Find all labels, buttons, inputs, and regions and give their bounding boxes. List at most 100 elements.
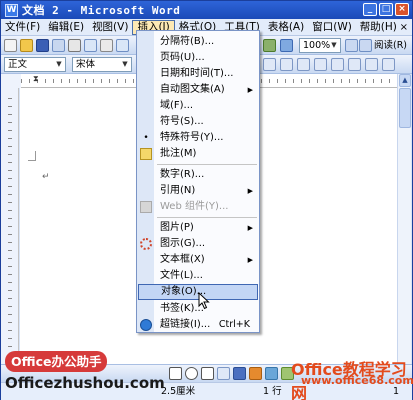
menu-file[interactable]: 文件(F) bbox=[1, 20, 44, 35]
word-app-icon[interactable]: W bbox=[5, 3, 18, 17]
indent-marker-icon[interactable]: ⧗ bbox=[33, 74, 41, 88]
new-document-icon[interactable] bbox=[4, 39, 17, 52]
margin-corner-mark bbox=[28, 151, 36, 161]
spelling-icon[interactable] bbox=[100, 39, 113, 52]
menu-item-field[interactable]: 域(F)... bbox=[138, 98, 258, 114]
menu-item-label: 图示(G)... bbox=[160, 238, 206, 249]
window-title: 文档 2 - Microsoft Word bbox=[22, 4, 181, 17]
office-assistant-url: Officezhushou.com bbox=[5, 374, 165, 392]
menu-window[interactable]: 窗口(W) bbox=[308, 20, 356, 35]
help-icon[interactable] bbox=[345, 39, 358, 52]
ruler-ticks bbox=[8, 98, 12, 348]
menu-item-file[interactable]: 文件(L)... bbox=[138, 268, 258, 284]
enclose-characters-icon[interactable] bbox=[365, 58, 378, 71]
chevron-down-icon: ▼ bbox=[56, 60, 62, 68]
save-icon[interactable] bbox=[36, 39, 49, 52]
open-folder-icon[interactable] bbox=[20, 39, 33, 52]
menu-item-picture[interactable]: 图片(P) ▶ bbox=[138, 220, 258, 236]
chevron-down-icon: ▼ bbox=[331, 41, 337, 49]
phonetic-guide-icon[interactable] bbox=[348, 58, 361, 71]
menu-item-autotext[interactable]: 自动图文集(A) ▶ bbox=[138, 82, 258, 98]
web-component-icon bbox=[140, 201, 152, 213]
menu-item-symbol[interactable]: 符号(S)... bbox=[138, 114, 258, 130]
menu-item-hyperlink[interactable]: 超链接(I)... Ctrl+K bbox=[138, 317, 258, 333]
vertical-ruler[interactable] bbox=[1, 88, 19, 364]
ruler-corner[interactable] bbox=[1, 74, 21, 88]
menu-item-label: 自动图文集(A) bbox=[160, 84, 225, 95]
menu-item-comment[interactable]: 批注(M) bbox=[138, 146, 258, 162]
increase-indent-icon[interactable] bbox=[331, 58, 344, 71]
oval-icon[interactable] bbox=[185, 367, 198, 380]
print-icon[interactable] bbox=[68, 39, 81, 52]
title-bar[interactable]: W 文档 2 - Microsoft Word _ □ × bbox=[1, 1, 412, 19]
menu-item-label: 域(F)... bbox=[160, 100, 194, 111]
insert-excel-icon[interactable] bbox=[280, 39, 293, 52]
maximize-button[interactable]: □ bbox=[379, 3, 393, 16]
menu-item-reference[interactable]: 引用(N) ▶ bbox=[138, 183, 258, 199]
menu-edit[interactable]: 编辑(E) bbox=[44, 20, 88, 35]
scroll-up-button[interactable]: ▲ bbox=[399, 74, 411, 87]
zoom-select[interactable]: 100% ▼ bbox=[299, 38, 341, 53]
special-symbol-icon: • bbox=[143, 133, 149, 143]
menu-item-label: 引用(N) bbox=[160, 185, 196, 196]
menu-item-label: 超链接(I)... bbox=[160, 319, 211, 330]
decrease-indent-icon[interactable] bbox=[314, 58, 327, 71]
menu-item-diagram[interactable]: 图示(G)... bbox=[138, 236, 258, 252]
word-window: W 文档 2 - Microsoft Word _ □ × 文件(F) 编辑(E… bbox=[0, 0, 413, 400]
menu-item-break[interactable]: 分隔符(B)... bbox=[138, 34, 258, 50]
hyperlink-globe-icon bbox=[140, 319, 152, 331]
read-mode-button[interactable]: 阅读(R) bbox=[359, 38, 407, 53]
menu-item-label: 数字(R)... bbox=[160, 169, 205, 180]
close-window-button[interactable]: × bbox=[395, 3, 409, 16]
numbering-icon[interactable] bbox=[280, 58, 293, 71]
menu-help[interactable]: 帮助(H) bbox=[356, 20, 401, 35]
submenu-arrow-icon: ▶ bbox=[247, 224, 253, 232]
menu-item-label: 文本框(X) bbox=[160, 254, 205, 265]
paragraph-mark-icon: ↵ bbox=[42, 172, 50, 182]
menu-item-label: 页码(U)... bbox=[160, 52, 205, 63]
text-direction-icon[interactable] bbox=[382, 58, 395, 71]
menu-item-textbox[interactable]: 文本框(X) ▶ bbox=[138, 252, 258, 268]
insert-table-icon[interactable] bbox=[263, 39, 276, 52]
print-preview-icon[interactable] bbox=[84, 39, 97, 52]
permission-icon[interactable] bbox=[52, 39, 65, 52]
clipart-icon[interactable] bbox=[265, 367, 278, 380]
scroll-thumb[interactable] bbox=[399, 88, 411, 128]
site-watermark-url: www.office68.com bbox=[301, 374, 413, 387]
menu-view[interactable]: 视图(V) bbox=[88, 20, 132, 35]
menu-item-label: 批注(M) bbox=[160, 148, 197, 159]
close-document-button[interactable]: × bbox=[400, 22, 408, 33]
menu-item-number[interactable]: 数字(R)... bbox=[138, 167, 258, 183]
menu-item-date-time[interactable]: 日期和时间(T)... bbox=[138, 66, 258, 82]
menu-item-web-component: Web 组件(Y)... bbox=[138, 199, 258, 215]
status-position: 2.5厘米 bbox=[161, 386, 196, 397]
wordart-icon[interactable] bbox=[233, 367, 246, 380]
menu-table[interactable]: 表格(A) bbox=[264, 20, 308, 35]
mouse-pointer-icon bbox=[198, 292, 210, 310]
diagram-icon[interactable] bbox=[249, 367, 262, 380]
menu-item-label: Web 组件(Y)... bbox=[160, 201, 229, 212]
menu-item-special-symbol[interactable]: • 特殊符号(Y)... bbox=[138, 130, 258, 146]
font-select[interactable]: 宋体 ▼ bbox=[72, 57, 132, 72]
submenu-arrow-icon: ▶ bbox=[247, 86, 253, 94]
textbox-icon[interactable] bbox=[201, 367, 214, 380]
vertical-scrollbar[interactable]: ▲ bbox=[397, 74, 411, 364]
menu-item-page-numbers[interactable]: 页码(U)... bbox=[138, 50, 258, 66]
bullets-icon[interactable] bbox=[297, 58, 310, 71]
office-assistant-badge: Office办公助手 bbox=[5, 351, 108, 372]
minimize-button[interactable]: _ bbox=[363, 3, 377, 16]
diagram-icon bbox=[140, 238, 152, 250]
menu-item-label: 文件(L)... bbox=[160, 270, 203, 281]
line-spacing-icon[interactable] bbox=[263, 58, 276, 71]
window-controls: _ □ × bbox=[363, 3, 409, 16]
menu-item-label: 特殊符号(Y)... bbox=[160, 132, 224, 143]
font-value: 宋体 bbox=[76, 59, 96, 70]
style-value: 正文 bbox=[8, 59, 28, 70]
insert-menu: 分隔符(B)... 页码(U)... 日期和时间(T)... 自动图文集(A) … bbox=[136, 30, 260, 333]
research-icon[interactable] bbox=[116, 39, 129, 52]
style-select[interactable]: 正文 ▼ bbox=[4, 57, 66, 72]
menu-item-label: 符号(S)... bbox=[160, 116, 204, 127]
rectangle-icon[interactable] bbox=[169, 367, 182, 380]
vertical-textbox-icon[interactable] bbox=[217, 367, 230, 380]
submenu-arrow-icon: ▶ bbox=[247, 256, 253, 264]
